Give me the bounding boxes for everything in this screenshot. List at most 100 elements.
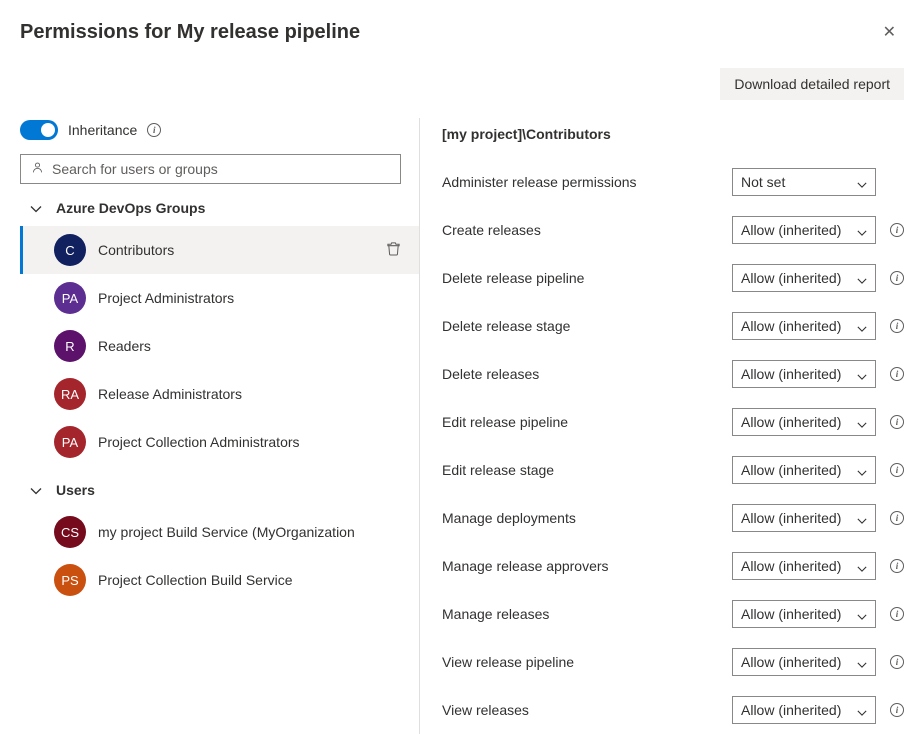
- permission-select[interactable]: Allow (inherited): [732, 600, 876, 628]
- permission-value: Allow (inherited): [741, 702, 841, 718]
- chevron-down-icon: [30, 484, 42, 496]
- groups-section-label: Azure DevOps Groups: [56, 200, 205, 216]
- permission-value: Not set: [741, 174, 785, 190]
- content-area: Inheritance i Azure DevOps Groups CContr…: [20, 118, 904, 734]
- permission-value: Allow (inherited): [741, 510, 841, 526]
- info-icon[interactable]: i: [890, 463, 904, 477]
- permission-value: Allow (inherited): [741, 222, 841, 238]
- user-item[interactable]: PSProject Collection Build Service: [20, 556, 419, 604]
- chevron-down-icon: [857, 225, 867, 235]
- info-icon[interactable]: i: [890, 655, 904, 669]
- permissions-dialog: Permissions for My release pipeline ✕ Do…: [0, 0, 924, 734]
- avatar: PA: [54, 282, 86, 314]
- permission-label: Edit release pipeline: [442, 414, 732, 430]
- permission-select[interactable]: Allow (inherited): [732, 264, 876, 292]
- permission-value: Allow (inherited): [741, 366, 841, 382]
- info-icon[interactable]: i: [890, 415, 904, 429]
- permission-label: Delete release stage: [442, 318, 732, 334]
- groups-section-header[interactable]: Azure DevOps Groups: [20, 184, 419, 226]
- group-item[interactable]: PA Project Administrators: [20, 274, 419, 322]
- dialog-title: Permissions for My release pipeline: [20, 21, 360, 44]
- avatar: PS: [54, 564, 86, 596]
- info-icon[interactable]: i: [890, 367, 904, 381]
- permission-info-slot: i: [890, 415, 904, 429]
- chevron-down-icon: [857, 609, 867, 619]
- report-row: Download detailed report: [20, 68, 904, 100]
- permission-label: Manage releases: [442, 606, 732, 622]
- info-icon[interactable]: i: [890, 223, 904, 237]
- group-item[interactable]: CContributors: [20, 226, 419, 274]
- chevron-down-icon: [857, 561, 867, 571]
- inheritance-info-icon[interactable]: i: [147, 123, 161, 137]
- inheritance-label: Inheritance: [68, 122, 137, 138]
- search-icon: [31, 161, 44, 177]
- permission-select[interactable]: Allow (inherited): [732, 552, 876, 580]
- permission-row: View releasesAllow (inherited)i: [442, 686, 904, 734]
- permission-select[interactable]: Allow (inherited): [732, 456, 876, 484]
- permission-value: Allow (inherited): [741, 462, 841, 478]
- permission-row: Edit release stageAllow (inherited)i: [442, 446, 904, 494]
- permission-value: Allow (inherited): [741, 414, 841, 430]
- left-panel: Inheritance i Azure DevOps Groups CContr…: [20, 118, 420, 734]
- avatar: RA: [54, 378, 86, 410]
- permission-select[interactable]: Allow (inherited): [732, 648, 876, 676]
- permission-value: Allow (inherited): [741, 654, 841, 670]
- avatar: C: [54, 234, 86, 266]
- user-item[interactable]: CSmy project Build Service (MyOrganizati…: [20, 508, 419, 556]
- search-input[interactable]: [52, 161, 390, 177]
- permission-value: Allow (inherited): [741, 318, 841, 334]
- permission-label: Delete releases: [442, 366, 732, 382]
- group-item-label: Readers: [98, 338, 405, 354]
- permission-row: Delete releases Allow (inherited) i: [442, 350, 904, 398]
- permission-value: Allow (inherited): [741, 270, 841, 286]
- permission-row: Manage deploymentsAllow (inherited)i: [442, 494, 904, 542]
- right-panel: [my project]\Contributors Administer rel…: [420, 118, 904, 734]
- info-icon[interactable]: i: [890, 319, 904, 333]
- groups-list: CContributors PA Project Administrators R Re…: [20, 226, 419, 466]
- permission-info-slot: i: [890, 271, 904, 285]
- info-icon[interactable]: i: [890, 703, 904, 717]
- permission-select[interactable]: Allow (inherited): [732, 360, 876, 388]
- group-item-label: Release Administrators: [98, 386, 405, 402]
- group-item-label: Project Administrators: [98, 290, 405, 306]
- permission-select[interactable]: Allow (inherited): [732, 504, 876, 532]
- chevron-down-icon: [857, 177, 867, 187]
- user-item-label: my project Build Service (MyOrganization: [98, 524, 405, 540]
- avatar: PA: [54, 426, 86, 458]
- chevron-down-icon: [857, 465, 867, 475]
- avatar: R: [54, 330, 86, 362]
- permission-value: Allow (inherited): [741, 606, 841, 622]
- permission-info-slot: i: [890, 559, 904, 573]
- permission-select[interactable]: Allow (inherited): [732, 408, 876, 436]
- search-box[interactable]: [20, 154, 401, 184]
- permission-info-slot: i: [890, 367, 904, 381]
- permissions-list: Administer release permissionsNot setCre…: [442, 158, 904, 734]
- permission-label: View release pipeline: [442, 654, 732, 670]
- dialog-header: Permissions for My release pipeline ✕: [20, 18, 904, 46]
- group-item[interactable]: PAProject Collection Administrators: [20, 418, 419, 466]
- permission-label: Administer release permissions: [442, 174, 732, 190]
- group-item[interactable]: R Readers: [20, 322, 419, 370]
- permission-info-slot: i: [890, 319, 904, 333]
- close-icon[interactable]: ✕: [875, 18, 904, 46]
- inheritance-toggle[interactable]: [20, 120, 58, 140]
- users-section-header[interactable]: Users: [20, 466, 419, 508]
- chevron-down-icon: [857, 273, 867, 283]
- permission-select[interactable]: Allow (inherited): [732, 696, 876, 724]
- info-icon[interactable]: i: [890, 511, 904, 525]
- permission-row: Delete release pipelineAllow (inherited)…: [442, 254, 904, 302]
- permission-info-slot: i: [890, 703, 904, 717]
- permission-select[interactable]: Allow (inherited): [732, 216, 876, 244]
- info-icon[interactable]: i: [890, 559, 904, 573]
- delete-icon[interactable]: [382, 237, 405, 263]
- info-icon[interactable]: i: [890, 607, 904, 621]
- permission-row: Manage releases Allow (inherited) i: [442, 590, 904, 638]
- permission-info-slot: i: [890, 655, 904, 669]
- permission-row: Create releasesAllow (inherited)i: [442, 206, 904, 254]
- permission-select[interactable]: Not set: [732, 168, 876, 196]
- info-icon[interactable]: i: [890, 271, 904, 285]
- group-item[interactable]: RA Release Administrators: [20, 370, 419, 418]
- chevron-down-icon: [857, 321, 867, 331]
- download-report-button[interactable]: Download detailed report: [720, 68, 904, 100]
- permission-select[interactable]: Allow (inherited): [732, 312, 876, 340]
